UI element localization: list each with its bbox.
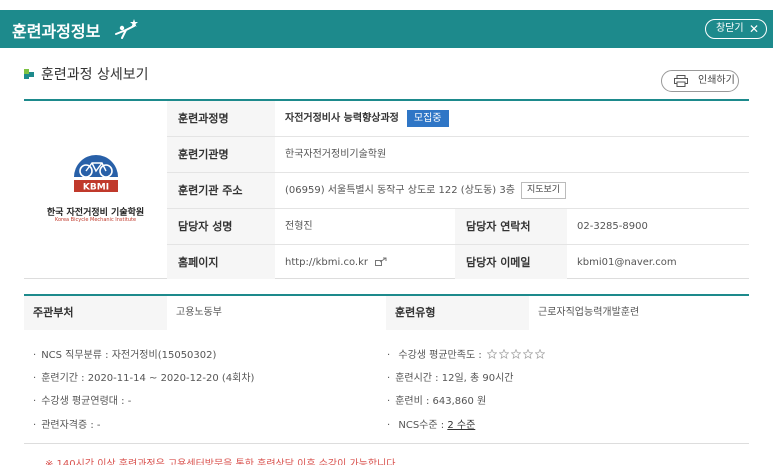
section-title: 훈련과정 상세보기 [41, 67, 149, 83]
contact-value: 02-3285-8900 [577, 221, 648, 232]
star-icon [486, 349, 497, 359]
star-icon [498, 349, 509, 359]
section-bullet-icon [24, 69, 34, 79]
star-icon [510, 349, 521, 359]
homepage-link[interactable]: http://kbmi.co.kr [285, 257, 368, 268]
course-name-row: 훈련과정명 자전거정비사 능력향상과정 모집중 [167, 101, 749, 137]
course-name-value: 자전거정비사 능력향상과정 모집중 [275, 101, 749, 136]
ministry-label: 주관부처 [33, 306, 74, 319]
address-label: 훈련기관 주소 [167, 173, 275, 208]
training-type-label: 훈련유형 [395, 306, 436, 319]
institution-label: 훈련기관명 [167, 137, 275, 172]
manager-label: 담당자 성명 [167, 209, 275, 244]
satisfaction-stars [485, 349, 545, 361]
logo-acronym: KBMI [83, 183, 109, 193]
institution-row: 훈련기관명 한국자전거정비기술학원 [167, 137, 749, 173]
training-period: 훈련기간 : 2020-11-14 ~ 2020-12-20 (4회차) [33, 369, 254, 384]
ncs-level-link[interactable]: 2 수준 [447, 420, 475, 431]
ncs-level-label: NCS수준 : [398, 420, 445, 431]
training-type-value: 근로자직업능력개발훈련 [529, 296, 749, 330]
training-hours: 훈련시간 : 12일, 총 90시간 [387, 369, 513, 384]
institution-value: 한국자전거정비기술학원 [285, 149, 387, 160]
homepage-label: 홈페이지 [167, 245, 275, 279]
homepage-value: http://kbmi.co.kr [275, 245, 455, 279]
star-icon [522, 349, 533, 359]
external-link-icon[interactable] [375, 257, 388, 267]
email-label: 담당자 이메일 [455, 245, 567, 279]
course-details: NCS 직무분류 : 자전거정비(15050302) 훈련기간 : 2020-1… [24, 334, 749, 444]
printer-icon [674, 75, 688, 87]
institution-logo: KBMI 한국 자전거정비 기술학원 Korea Bicycle Mechani… [24, 101, 167, 279]
course-name: 자전거정비사 능력향상과정 [285, 113, 399, 124]
recruiting-status-badge: 모집중 [406, 109, 449, 127]
window-title: 훈련과정정보 [12, 22, 101, 41]
manager-row: 담당자 성명 전형진 담당자 연락처 02-3285-8900 [167, 209, 749, 245]
satisfaction-rating: 수강생 평균만족도 : [387, 346, 545, 361]
course-name-label: 훈련과정명 [167, 101, 275, 136]
logo-name-english: Korea Bicycle Mechanic Institute [54, 217, 137, 223]
satisfaction-label: 수강생 평균만족도 : [398, 350, 482, 361]
window-titlebar: 훈련과정정보 창닫기 ✕ [0, 10, 773, 48]
address-text: (06959) 서울특별시 동작구 상도로 122 (상도동) 3층 [285, 185, 515, 196]
training-cost: 훈련비 : 643,860 원 [387, 392, 486, 407]
print-label: 인쇄하기 [698, 75, 735, 86]
related-certificate: 관련자격증 : - [33, 416, 100, 431]
average-age: 수강생 평균연령대 : - [33, 392, 131, 407]
course-info-table: KBMI 한국 자전거정비 기술학원 Korea Bicycle Mechani… [24, 99, 749, 279]
notice-text: ※ 140시간 이상 훈련과정은 고용센터방문을 통한 훈련상담 이후 수강이 … [45, 459, 399, 465]
ministry-value: 고용노동부 [167, 296, 386, 330]
homepage-row: 홈페이지 http://kbmi.co.kr 담당자 이메일 kbmi01@na… [167, 245, 749, 279]
ncs-level: NCS수준 : 2 수준 [387, 416, 475, 431]
address-row: 훈련기관 주소 (06959) 서울특별시 동작구 상도로 122 (상도동) … [167, 173, 749, 209]
flying-person-icon [115, 19, 138, 39]
contact-label: 담당자 연락처 [455, 209, 567, 244]
email-value: kbmi01@naver.com [577, 257, 677, 268]
bicycle-logo-icon: KBMI [74, 155, 118, 193]
ncs-category: NCS 직무분류 : 자전거정비(15050302) [33, 346, 216, 361]
address-value: (06959) 서울특별시 동작구 상도로 122 (상도동) 3층 지도보기 [275, 173, 749, 208]
close-window-button[interactable]: 창닫기 ✕ [705, 19, 767, 39]
course-summary-row: 주관부처 고용노동부 훈련유형 근로자직업능력개발훈련 [24, 294, 749, 330]
view-map-button[interactable]: 지도보기 [520, 181, 567, 199]
print-button[interactable]: 인쇄하기 [661, 70, 739, 92]
close-window-label: 창닫기 [716, 23, 744, 34]
star-icon [534, 349, 545, 359]
manager-value: 전형진 [285, 221, 313, 232]
close-icon: ✕ [748, 22, 759, 36]
